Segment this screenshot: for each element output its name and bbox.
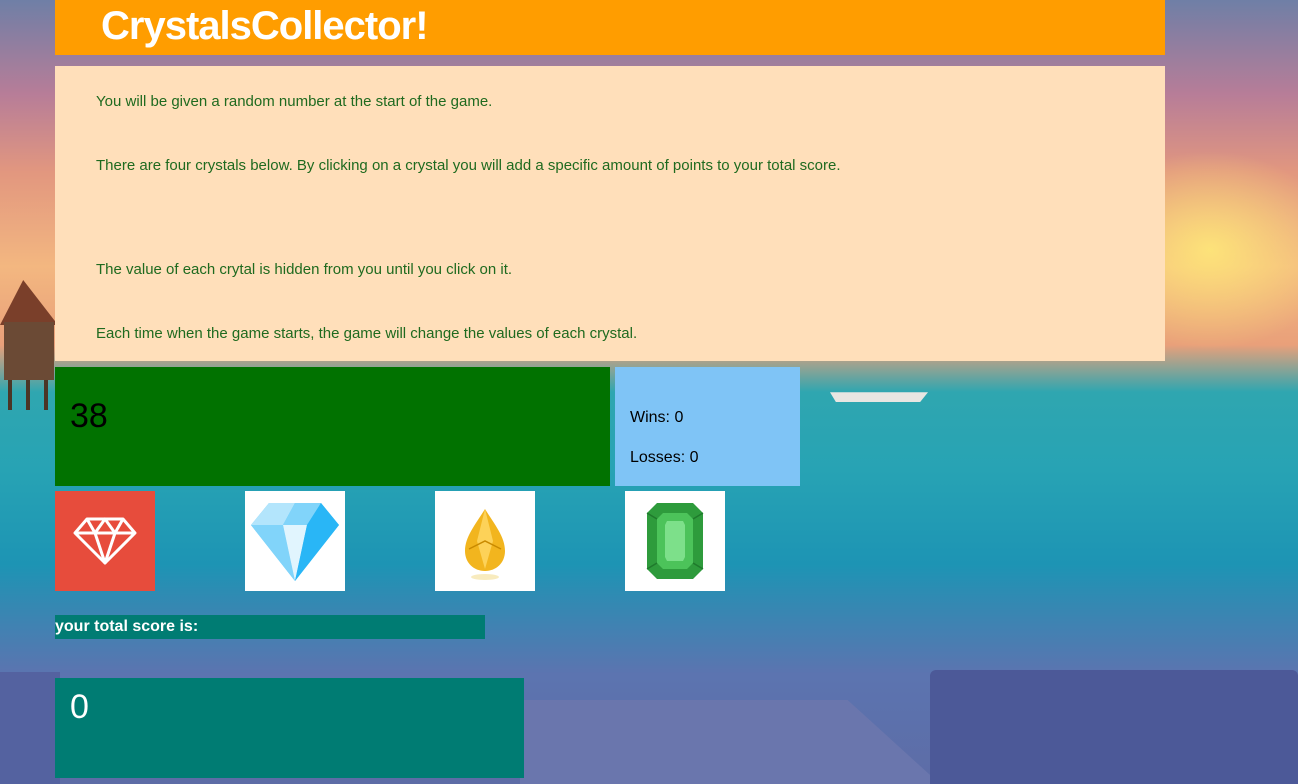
crystal-button-4[interactable]: [625, 491, 725, 591]
record-box: Wins: 0 Losses: 0: [615, 367, 800, 486]
losses-count: Losses: 0: [630, 449, 699, 466]
header-bar: CrystalsCollector!: [55, 0, 1165, 55]
crystal-button-3[interactable]: [435, 491, 535, 591]
instructions-panel: You will be given a random number at the…: [55, 66, 1165, 361]
blue-diamond-icon: [245, 491, 345, 591]
crystal-button-1[interactable]: [55, 491, 155, 591]
background-hut: [0, 280, 58, 410]
total-score-box: 0: [55, 678, 524, 778]
crystal-button-2[interactable]: [245, 491, 345, 591]
target-number: 38: [70, 397, 108, 435]
background-dock-right: [930, 670, 1298, 784]
instruction-line: Each time when the game starts, the game…: [96, 325, 638, 342]
background-dock-left: [0, 672, 60, 784]
green-emerald-icon: [625, 491, 725, 591]
total-score-value: 0: [70, 688, 89, 726]
background-boat: [830, 392, 928, 402]
yellow-gem-icon: [435, 491, 535, 591]
instruction-line: There are four crystals below. By clicki…: [96, 157, 841, 174]
target-number-box: 38: [55, 367, 610, 486]
game-title: CrystalsCollector!: [101, 4, 429, 48]
wins-count: Wins: 0: [630, 409, 684, 426]
instruction-line: You will be given a random number at the…: [96, 93, 493, 110]
instruction-line: The value of each crytal is hidden from …: [96, 261, 513, 278]
score-label: your total score is:: [55, 615, 485, 639]
background-dock-middle: [520, 700, 940, 784]
red-diamond-icon: [55, 491, 155, 591]
